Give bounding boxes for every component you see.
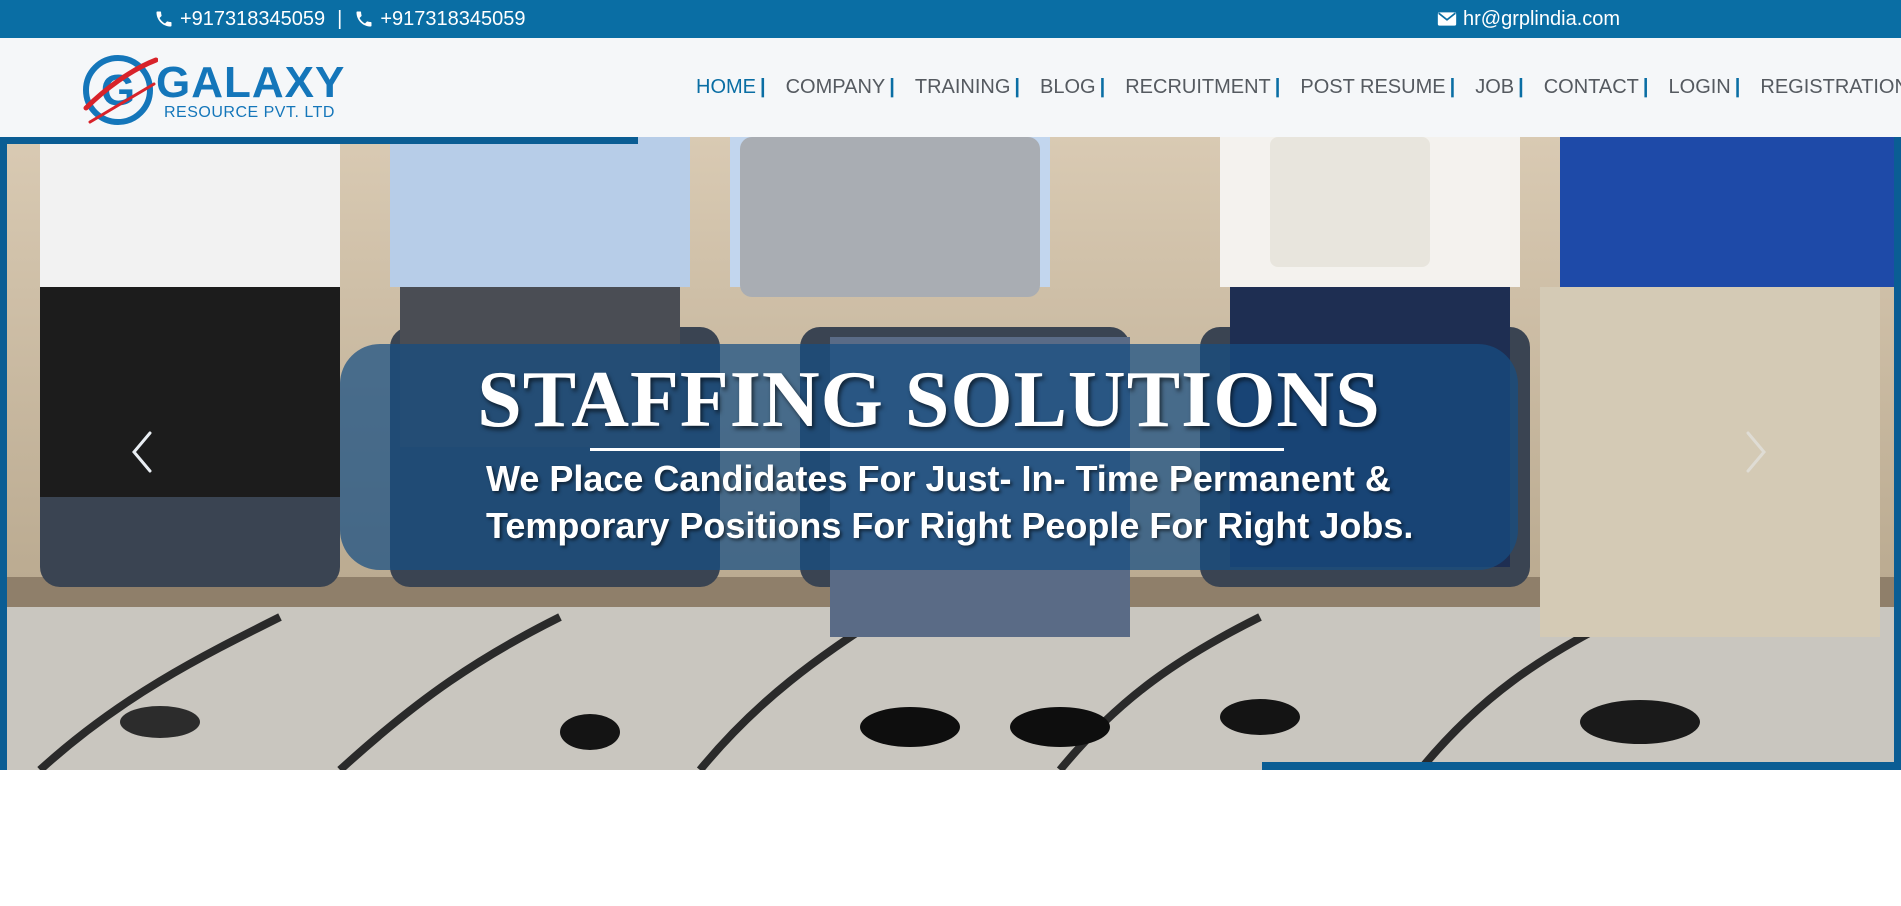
frame-accent-top <box>0 137 638 144</box>
nav-divider: | <box>1642 76 1649 98</box>
nav-label: LOGIN <box>1668 76 1731 98</box>
main-nav: HOME | COMPANY | TRAINING | BLOG | RECRU… <box>696 38 1901 137</box>
phone-link-2[interactable]: +917318345059 <box>354 7 526 31</box>
nav-label: COMPANY <box>785 76 886 98</box>
galaxy-logo-mark: G <box>83 55 158 125</box>
nav-divider: | <box>1099 76 1106 98</box>
email-link[interactable]: hr@grplindia.com <box>1437 0 1620 38</box>
frame-accent-left <box>0 137 7 770</box>
phone-number-2: +917318345059 <box>380 7 526 30</box>
logo-subtitle: RESOURCE PVT. LTD <box>164 104 335 121</box>
nav-label: TRAINING <box>914 76 1011 98</box>
nav-label: RECRUITMENT <box>1125 76 1271 98</box>
nav-contact[interactable]: CONTACT | <box>1544 76 1649 99</box>
nav-training[interactable]: TRAINING | <box>915 76 1020 99</box>
nav-recruitment[interactable]: RECRUITMENT | <box>1125 76 1280 99</box>
email-address: hr@grplindia.com <box>1463 7 1621 30</box>
hero-divider <box>590 448 1284 451</box>
nav-blog[interactable]: BLOG | <box>1040 76 1105 99</box>
nav-label: HOME <box>696 76 756 98</box>
hero-subtitle-line-1: We Place Candidates For Just- In- Time P… <box>486 458 1391 499</box>
nav-login[interactable]: LOGIN | <box>1669 76 1741 99</box>
nav-divider: | <box>760 76 766 98</box>
nav-label: CONTACT <box>1543 76 1639 98</box>
nav-label: BLOG <box>1040 76 1096 98</box>
logo[interactable]: G GALAXY RESOURCE PVT. LTD <box>80 48 344 128</box>
hero-slider: STAFFING SOLUTIONS We Place Candidates F… <box>0 137 1901 770</box>
nav-divider: | <box>1274 76 1281 98</box>
chevron-left-icon <box>132 431 152 473</box>
site-header: G GALAXY RESOURCE PVT. LTD HOME | COMPAN… <box>0 38 1901 137</box>
phone-separator: | <box>337 7 343 30</box>
phone-number-1: +917318345059 <box>180 7 326 30</box>
logo-wordmark: GALAXY <box>156 58 346 107</box>
nav-label: REGISTRATION <box>1760 76 1901 98</box>
nav-divider: | <box>1014 76 1021 98</box>
phone-numbers: +917318345059 | +917318345059 <box>154 0 526 38</box>
phone-icon <box>356 11 372 27</box>
envelope-icon <box>1437 12 1457 26</box>
frame-accent-right <box>1894 137 1901 770</box>
hero-subtitle: We Place Candidates For Just- In- Time P… <box>486 455 1446 549</box>
chevron-right-icon <box>1746 431 1766 473</box>
nav-divider: | <box>1518 76 1524 98</box>
nav-job[interactable]: JOB | <box>1475 76 1524 99</box>
phone-link-1[interactable]: +917318345059 <box>154 8 325 31</box>
top-contact-bar: +917318345059 | +917318345059 hr@grplind… <box>0 0 1901 38</box>
nav-company[interactable]: COMPANY | <box>786 76 895 99</box>
nav-post-resume[interactable]: POST RESUME | <box>1300 76 1455 99</box>
nav-home[interactable]: HOME | <box>696 76 766 99</box>
phone-icon <box>156 11 172 27</box>
hero-title: STAFFING SOLUTIONS <box>477 356 1381 444</box>
nav-divider: | <box>1449 76 1456 98</box>
nav-divider: | <box>1734 76 1741 98</box>
nav-registration[interactable]: REGISTRATION | <box>1760 76 1901 99</box>
frame-accent-bottom <box>1262 762 1901 770</box>
slider-prev-button[interactable] <box>122 427 162 477</box>
slider-next-button[interactable] <box>1736 427 1776 477</box>
nav-label: JOB <box>1475 76 1515 98</box>
hero-subtitle-line-2: Temporary Positions For Right People For… <box>486 505 1414 546</box>
nav-divider: | <box>889 76 895 98</box>
nav-label: POST RESUME <box>1300 76 1446 98</box>
